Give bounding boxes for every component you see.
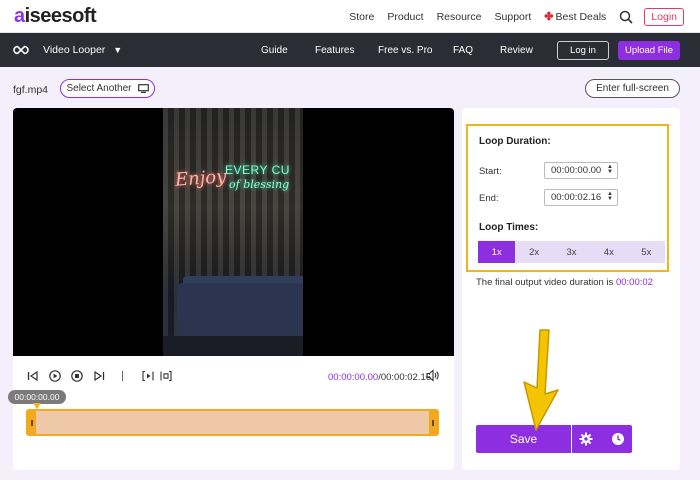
time-readout: 00:00:00.00/00:00:02.16 <box>328 372 431 383</box>
loop-times-5x[interactable]: 5x <box>628 241 665 263</box>
nav-features[interactable]: Features <box>315 45 354 56</box>
save-group-divider <box>571 425 572 453</box>
video-frame: Enjoy EVERY CU of blessing <box>163 108 303 356</box>
trim-end-handle[interactable] <box>429 411 437 434</box>
volume-icon[interactable] <box>426 369 440 382</box>
upload-file-button[interactable]: Upload File <box>618 41 680 60</box>
nav-free-vs-pro[interactable]: Free vs. Pro <box>378 45 432 56</box>
loop-times-selector: 1x 2x 3x 4x 5x <box>478 241 665 263</box>
start-label: Start: <box>479 166 502 177</box>
select-another-label: Select Another <box>66 83 132 94</box>
loop-icon <box>13 45 29 55</box>
nav-best-deals[interactable]: ✤ Best Deals <box>544 10 607 24</box>
tool-name: Video Looper <box>43 44 106 56</box>
monitor-icon <box>137 84 149 93</box>
gift-icon: ✤ <box>544 11 554 23</box>
timeline-tooltip: 00:00:00.00 <box>8 390 66 404</box>
clock-icon[interactable] <box>611 432 625 446</box>
login-button[interactable]: Login <box>644 7 684 26</box>
tool-navbar: Video Looper ▼ Guide Features Free vs. P… <box>0 33 700 67</box>
nav-support[interactable]: Support <box>495 11 532 23</box>
spinner-arrows-icon[interactable]: ▲ ▼ <box>607 164 613 175</box>
file-name: fgf.mp4 <box>13 84 49 96</box>
play-icon[interactable] <box>49 370 61 382</box>
nav-store[interactable]: Store <box>349 11 374 23</box>
loop-times-4x[interactable]: 4x <box>590 241 627 263</box>
chevron-down-icon: ▼ <box>113 45 123 55</box>
rewind-icon[interactable] <box>27 370 39 382</box>
loop-times-2x[interactable]: 2x <box>515 241 552 263</box>
top-nav-links: Store Product Resource Support ✤ Best De… <box>349 0 700 33</box>
video-preview[interactable]: Enjoy EVERY CU of blessing <box>13 108 454 356</box>
final-duration-text: The final output video duration is 00:00… <box>476 277 653 288</box>
loop-settings-box: Loop Duration: Start: 00:00:00.00 ▲ ▼ End… <box>466 124 669 272</box>
current-time: 00:00:00.00 <box>328 372 379 383</box>
final-duration-value: 00:00:02 <box>615 277 653 288</box>
start-time-value: 00:00:00.00 <box>551 165 602 176</box>
player-panel: Enjoy EVERY CU of blessing 00:00:00.00/0… <box>8 108 454 470</box>
best-deals-label: Best Deals <box>555 10 607 23</box>
log-in-button[interactable]: Log in <box>557 41 609 60</box>
select-another-button[interactable]: Select Another <box>60 79 155 98</box>
end-label: End: <box>479 193 499 204</box>
top-navbar: a iseesoft Store Product Resource Support… <box>0 0 700 33</box>
gear-icon[interactable] <box>579 432 593 446</box>
neon-sign-text-2: EVERY CU <box>225 163 290 177</box>
end-time-input[interactable]: 00:00:02.16 ▲ ▼ <box>544 189 618 206</box>
loop-times-3x[interactable]: 3x <box>553 241 590 263</box>
timeline-track[interactable] <box>26 409 439 436</box>
logo-mark: a <box>14 5 25 27</box>
start-time-input[interactable]: 00:00:00.00 ▲ ▼ <box>544 162 618 179</box>
search-icon[interactable] <box>619 10 633 24</box>
nav-review[interactable]: Review <box>500 45 533 56</box>
final-duration-label: The final output video duration is <box>476 277 616 288</box>
player-controls: 00:00:00.00/00:00:02.16 <box>13 364 454 388</box>
stop-icon[interactable] <box>71 370 83 382</box>
aiseesoft-logo[interactable]: a iseesoft <box>14 5 97 28</box>
neon-sign-text-1: Enjoy <box>174 166 227 191</box>
loop-times-title: Loop Times: <box>479 222 539 233</box>
nav-product[interactable]: Product <box>387 11 423 23</box>
neon-sign-text-3: of blessing <box>229 178 290 191</box>
sofa <box>177 283 303 338</box>
logo-text: iseesoft <box>24 5 97 27</box>
nav-faq[interactable]: FAQ <box>453 45 473 56</box>
controls-divider <box>122 371 123 381</box>
nav-guide[interactable]: Guide <box>261 45 288 56</box>
enter-fullscreen-button[interactable]: Enter full-screen <box>585 79 680 98</box>
floor <box>163 336 303 356</box>
total-time: 00:00:02.16 <box>380 372 432 383</box>
end-time-value: 00:00:02.16 <box>551 192 602 203</box>
trim-start-handle[interactable] <box>28 411 36 434</box>
loop-times-1x[interactable]: 1x <box>478 241 516 263</box>
annotation-arrow-icon <box>523 329 559 431</box>
nav-resource[interactable]: Resource <box>437 11 482 23</box>
fast-forward-icon[interactable] <box>93 370 105 382</box>
set-start-icon[interactable] <box>142 370 154 382</box>
tool-selector[interactable]: Video Looper ▼ <box>43 44 122 56</box>
settings-panel: Loop Duration: Start: 00:00:00.00 ▲ ▼ End… <box>462 108 680 470</box>
spinner-arrows-icon[interactable]: ▲ ▼ <box>607 191 613 202</box>
loop-duration-title: Loop Duration: <box>479 136 551 147</box>
set-end-icon[interactable] <box>160 370 172 382</box>
